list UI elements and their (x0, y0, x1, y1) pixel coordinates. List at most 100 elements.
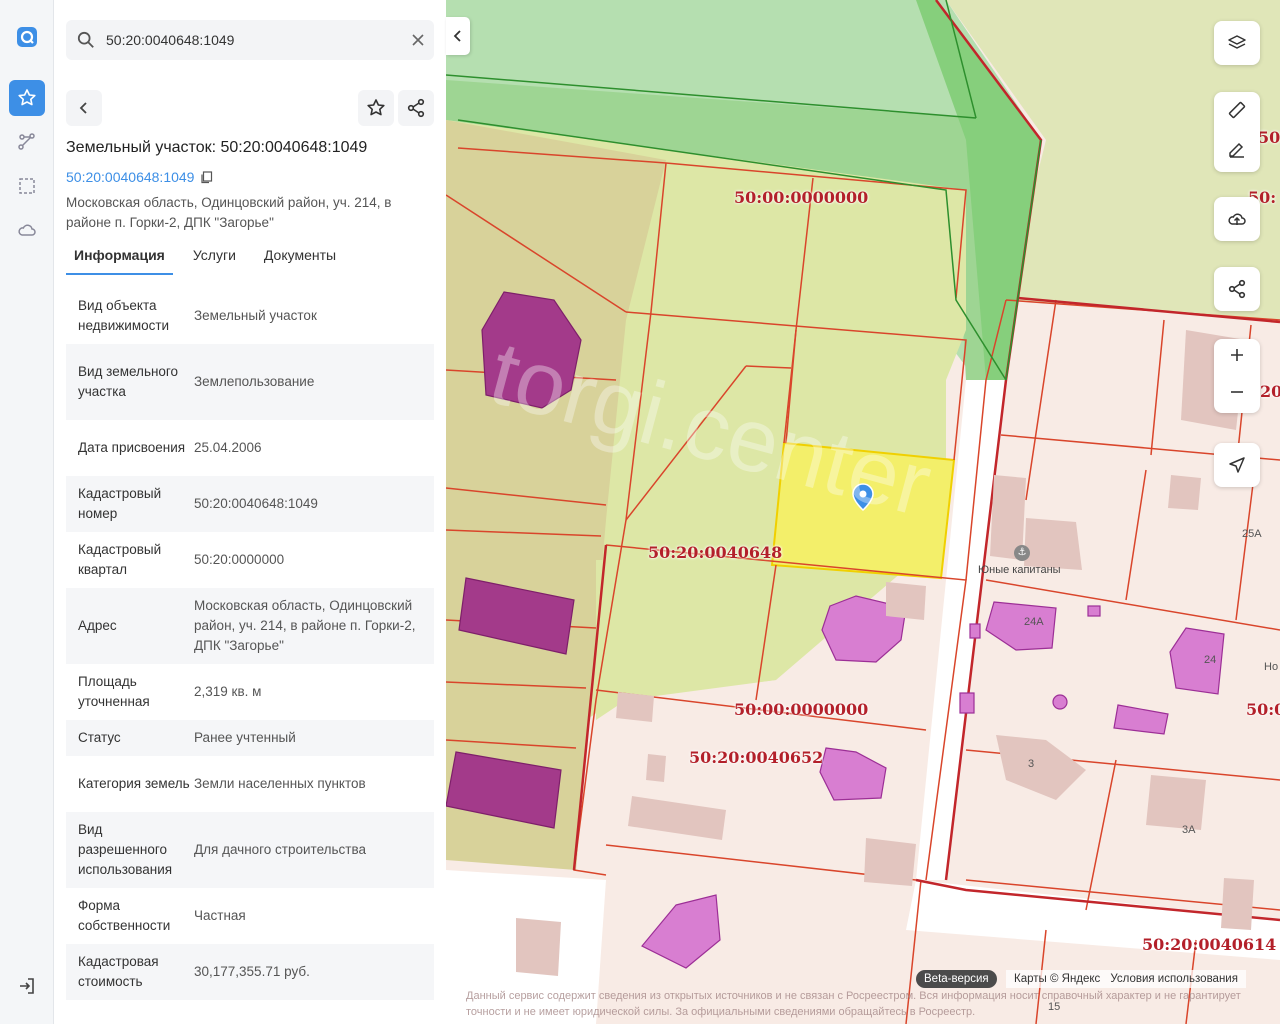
layers-icon (1228, 35, 1246, 49)
selection-nav-button[interactable] (9, 168, 45, 204)
quarter-label-edge: 50:0 (1246, 700, 1280, 719)
routes-nav-button[interactable] (9, 124, 45, 160)
info-row: Дата присвоения 25.04.2006 (66, 420, 434, 476)
attribution-terms[interactable]: Условия использования (1110, 970, 1238, 988)
cadastral-link-text[interactable]: 50:20:0040648:1049 (66, 169, 194, 185)
star-icon (18, 89, 36, 106)
search-icon (66, 31, 106, 49)
logout-button[interactable] (9, 968, 45, 1004)
info-value: Земельный участок (194, 308, 317, 323)
clear-search-icon[interactable] (402, 34, 434, 46)
tab-services[interactable]: Услуги (185, 241, 244, 275)
tab-information[interactable]: Информация (66, 241, 173, 275)
info-key: Форма собственности (78, 898, 171, 933)
share-icon (407, 98, 425, 118)
plus-icon (1231, 349, 1243, 361)
info-row: Вид объекта недвижимости Земельный участо… (66, 288, 434, 344)
logo-button[interactable] (9, 19, 45, 55)
minus-icon (1231, 391, 1243, 393)
ruler-button[interactable] (1227, 100, 1247, 125)
info-key: Вид земельного участка (78, 364, 179, 399)
zoom-group (1214, 339, 1260, 413)
info-key: Кадастровый квартал (78, 542, 162, 577)
layers-button[interactable] (1214, 21, 1260, 65)
star-icon (367, 99, 385, 116)
info-value: Земли населенных пунктов (194, 776, 366, 791)
info-row: Вид разрешенного использования Для дачног… (66, 812, 434, 888)
house-number: 24 (1204, 654, 1217, 666)
info-key: Адрес (78, 618, 117, 633)
logout-icon (20, 978, 34, 994)
info-value: 50:20:0000000 (194, 552, 285, 567)
search-bar (66, 20, 434, 60)
cloud-upload-icon (1228, 213, 1246, 225)
add-favorite-button[interactable] (358, 90, 394, 126)
zoom-out-button[interactable] (1227, 382, 1247, 407)
info-value: 2,319 кв. м (194, 684, 262, 699)
info-value: Для дачного строительства (194, 842, 367, 857)
cadastral-link[interactable]: 50:20:0040648:1049 (66, 169, 213, 185)
info-row: Категория земель Земли населенных пунктов (66, 756, 434, 812)
quarter-label-edge: 50: (1258, 128, 1280, 147)
edit-button[interactable] (1227, 140, 1247, 165)
info-row: Вид земельного участка Землепользование (66, 344, 434, 420)
copy-icon[interactable] (200, 170, 213, 184)
info-key: Кадастровая стоимость (78, 954, 159, 989)
info-key: Статус (78, 730, 121, 745)
info-key: Кадастровый номер (78, 486, 162, 521)
info-row: Форма собственности Частная (66, 888, 434, 944)
edit-icon (1229, 142, 1244, 158)
info-row: Статус Ранее учтенный (66, 720, 434, 756)
info-value: 25.04.2006 (194, 440, 262, 455)
info-table: Вид объекта недвижимости Земельный участо… (66, 288, 434, 1000)
select-area-icon (19, 178, 35, 194)
navigation-arrow-icon (1229, 457, 1245, 473)
favorites-nav-button[interactable] (9, 80, 45, 116)
cloud-nav-button[interactable] (9, 212, 45, 248)
map-attribution: Карты © Яндекс Условия использования (1006, 970, 1246, 988)
attribution-maps[interactable]: Карты © Яндекс (1014, 970, 1100, 988)
cloud-icon (18, 224, 36, 236)
info-key: Вид объекта недвижимости (78, 298, 170, 333)
info-panel: Земельный участок: 50:20:0040648:1049 50… (54, 0, 446, 1024)
quarter-label: 50:00:0000000 (734, 188, 869, 207)
house-number: 25А (1242, 528, 1262, 540)
upload-button[interactable] (1214, 197, 1260, 241)
quarter-label-edge: 20: (1260, 382, 1280, 401)
page-title: Земельный участок: 50:20:0040648:1049 (66, 139, 368, 156)
quarter-label: 50:20:0040648 (648, 543, 783, 562)
info-value: Ранее учтенный (194, 730, 296, 745)
locate-button[interactable] (1214, 443, 1260, 487)
info-key: Вид разрешенного использования (78, 822, 173, 877)
zoom-in-button[interactable] (1227, 345, 1247, 370)
app-root: Земельный участок: 50:20:0040648:1049 50… (0, 0, 1280, 1024)
tab-documents[interactable]: Документы (256, 241, 344, 275)
quarter-label: 50:20:0040614 (1142, 935, 1277, 954)
left-rail (0, 0, 54, 1024)
chevron-left-icon (79, 102, 87, 114)
back-button[interactable] (66, 90, 102, 126)
info-row: Кадастровый квартал 50:20:0000000 (66, 532, 434, 588)
info-value: 50:20:0040648:1049 (194, 496, 318, 511)
info-key: Дата присвоения (78, 440, 186, 455)
info-value: Частная (194, 908, 246, 923)
nodes-icon (18, 133, 35, 150)
cadastral-map[interactable]: torgi.center 50:00:0000000 50:20:0040648… (446, 0, 1280, 1024)
beta-badge: Beta-версия (916, 970, 997, 988)
quarter-label: 50:00:0000000 (734, 700, 869, 719)
object-address: Московская область, Одинцовский район, у… (66, 195, 392, 230)
disclaimer: Данный сервис содержит сведения из откры… (466, 990, 1241, 1018)
ruler-icon (1228, 101, 1246, 118)
search-input[interactable] (106, 32, 402, 48)
info-row: Кадастровая стоимость 30,177,355.71 руб. (66, 944, 434, 1000)
place-label: Юные капитаны (978, 564, 1061, 576)
anchor-icon: ⚓ (1014, 545, 1030, 561)
share-icon (1228, 279, 1246, 299)
map-share-button[interactable] (1214, 267, 1260, 311)
info-value: Землепользование (194, 374, 315, 389)
share-button[interactable] (398, 90, 434, 126)
info-row: Адрес Московская область, Одинцовский рай… (66, 588, 434, 664)
map-canvas[interactable]: torgi.center (446, 0, 1280, 1024)
info-row: Кадастровый номер 50:20:0040648:1049 (66, 476, 434, 532)
collapse-panel-button[interactable] (446, 17, 470, 55)
